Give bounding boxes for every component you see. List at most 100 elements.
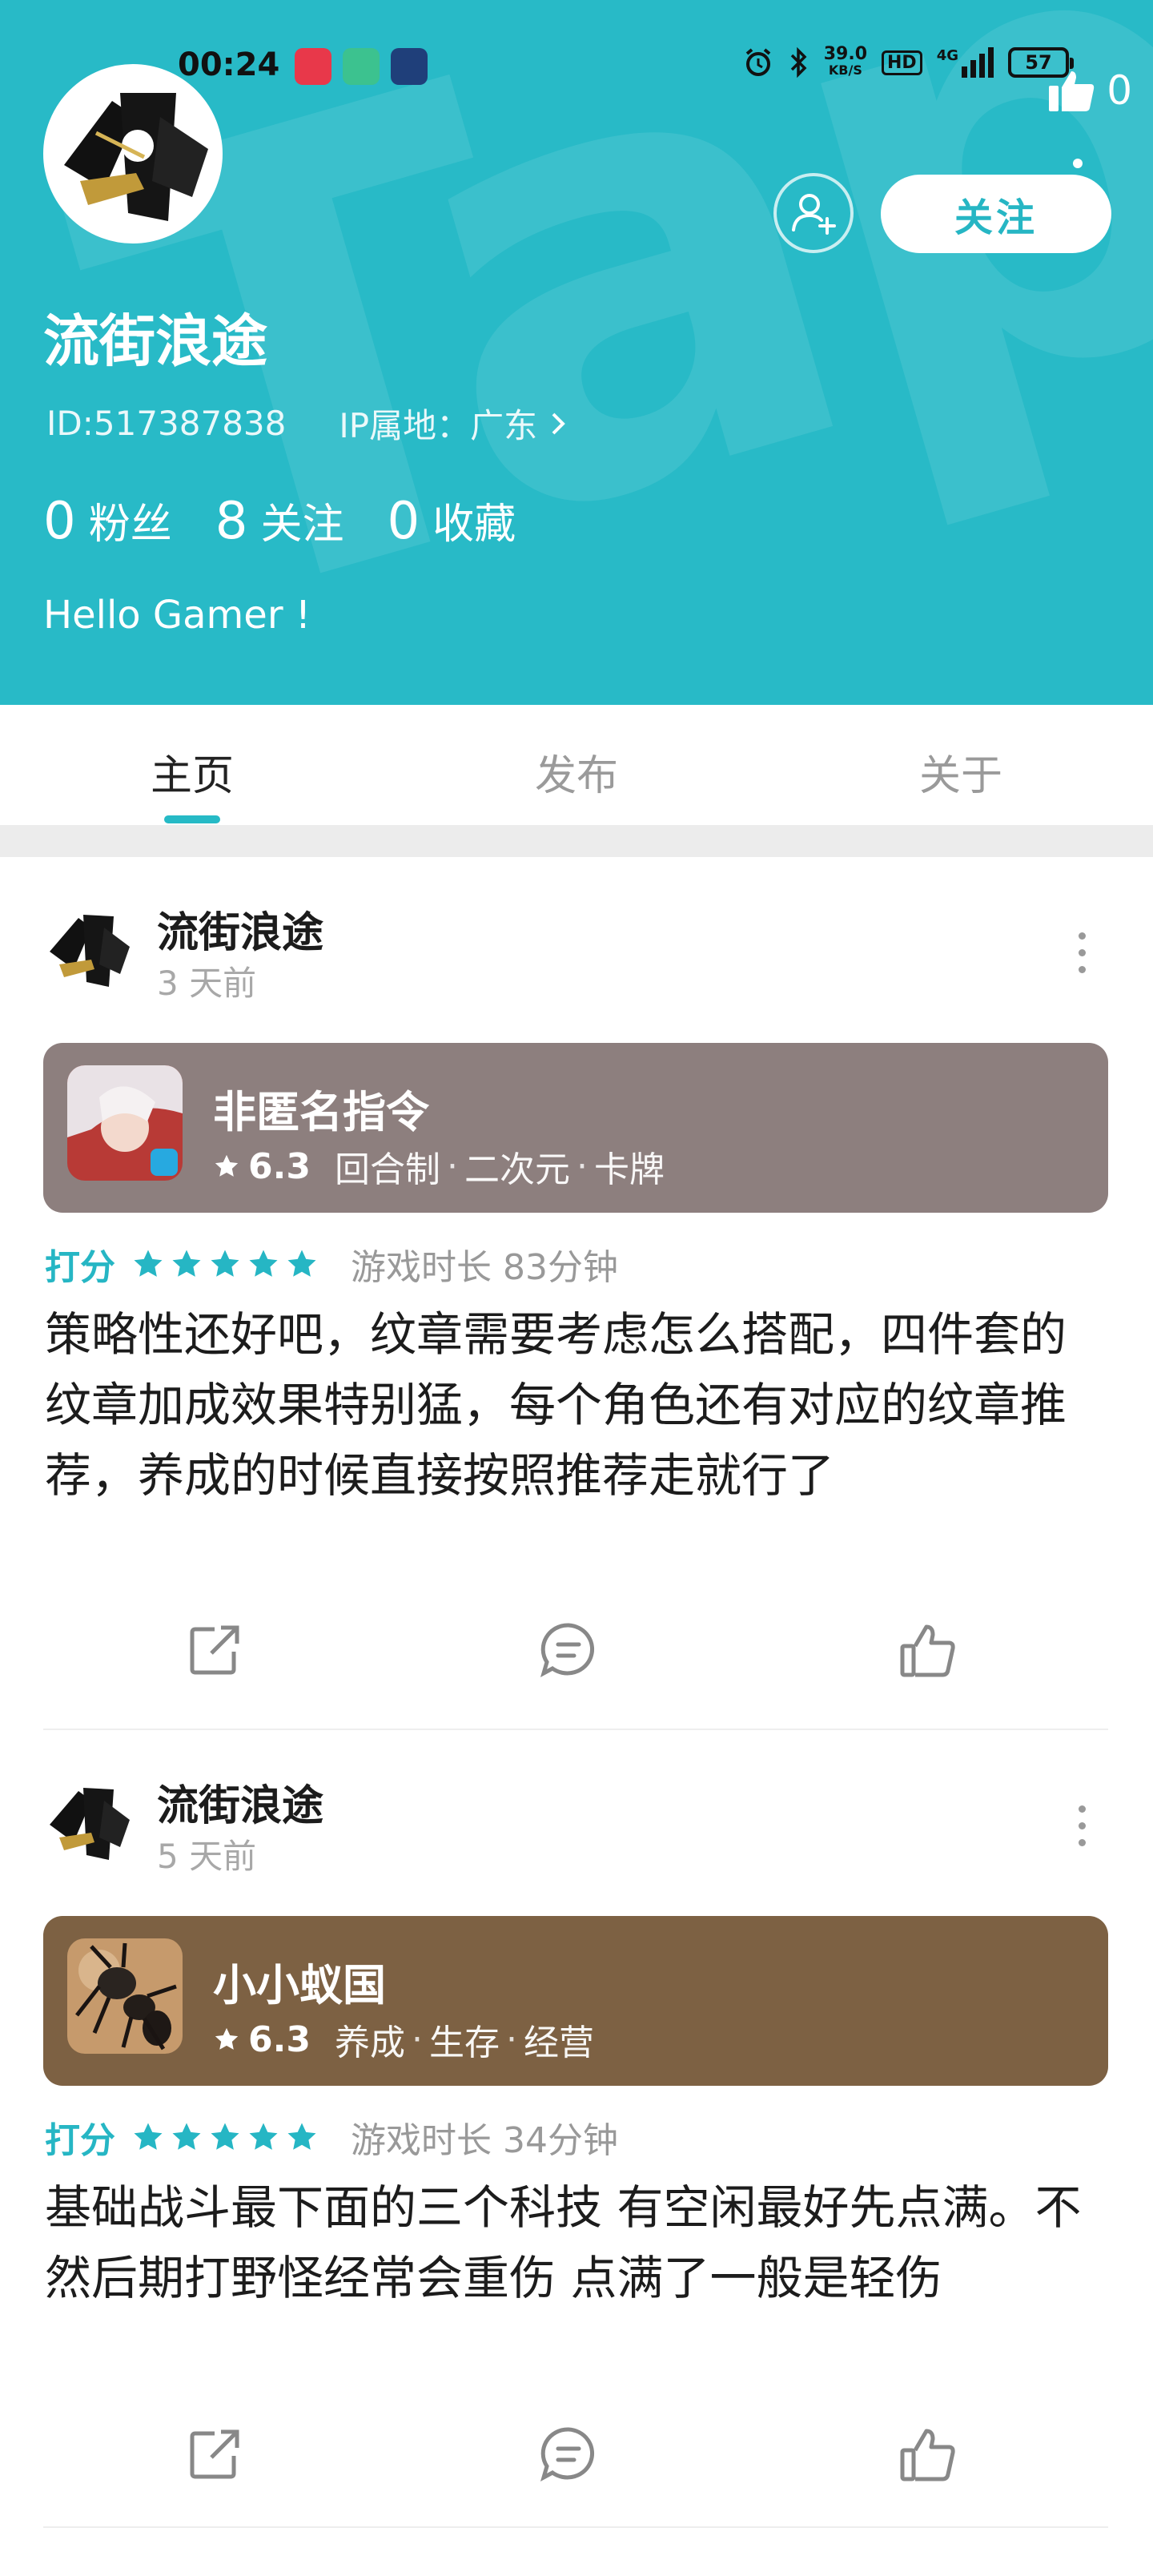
post-body[interactable]: 基础战斗最下面的三个科技 有空闲最好先点满。不然后期打野怪经常会重伤 点满了一般… (45, 2172, 1110, 2313)
rating-label: 打分 (45, 1247, 115, 1288)
game-score: 6.3 (248, 1145, 311, 1187)
add-friend-button[interactable] (773, 173, 854, 253)
hd-badge: HD (882, 50, 922, 75)
ip-location[interactable]: IP属地：广东 (339, 399, 537, 448)
game-card[interactable]: 非匿名指令 6.3 回合制 · 二次元 · 卡牌 (43, 1043, 1108, 1213)
user-id: ID:517387838 (46, 404, 287, 443)
status-time: 00:24 (178, 46, 280, 83)
star-icon (172, 2123, 201, 2150)
add-friend-icon (792, 194, 836, 235)
star-icon (215, 2027, 239, 2050)
likes-counter[interactable]: 0 (1047, 67, 1132, 114)
star-icon (172, 1250, 201, 1277)
game-card[interactable]: 小小蚁国 6.3 养成 · 生存 · 经营 (43, 1916, 1108, 2086)
thumbs-up-icon (1049, 71, 1095, 111)
game-icon-artwork (67, 1065, 183, 1181)
network-speed: 39.0 KB/S (823, 44, 867, 78)
post-time: 5 天前 (157, 1837, 257, 1876)
rating-row: 打分 游戏时长 34分钟 (45, 2111, 618, 2163)
like-icon (900, 1624, 955, 1677)
rating-stars (131, 1247, 319, 1281)
alarm-icon (745, 48, 770, 76)
star-icon (287, 1250, 316, 1277)
avatar-artwork (43, 904, 133, 993)
profile-id-line: ID:517387838 IP属地：广东 (46, 399, 569, 448)
post-time: 3 天前 (157, 964, 257, 1003)
profile-header: Tap 00:24 39.0 KB/S HD 4G 57 0 关注 流街浪途 I… (0, 0, 1153, 705)
post-avatar[interactable] (43, 1777, 133, 1866)
tab-about[interactable]: 关于 (873, 742, 1049, 802)
game-icon-artwork (67, 1938, 183, 2054)
game-icon (67, 1938, 183, 2054)
post-actions (0, 1618, 1153, 1682)
star-icon (215, 1154, 239, 1177)
rating-label: 打分 (45, 2120, 115, 2161)
like-button[interactable] (895, 2422, 959, 2486)
game-tag: 经营 (523, 2023, 594, 2063)
star-icon (287, 2123, 316, 2150)
game-title: 小小蚁国 (213, 1960, 386, 2010)
game-meta: 6.3 回合制 · 二次元 · 卡牌 (213, 1141, 665, 1192)
profile-tabs: 主页 发布 关于 (0, 705, 1153, 825)
game-icon (67, 1065, 183, 1181)
signal-icon: 4G (937, 47, 994, 78)
bluetooth-icon (790, 46, 807, 78)
review-post: 流街浪途 5 天前 小小蚁国 6.3 养成 · 生存 · 经营 打分 游戏时长 … (0, 1730, 1153, 2576)
comment-icon (540, 2427, 595, 2482)
comment-button[interactable] (536, 2422, 601, 2486)
comment-button[interactable] (536, 1618, 601, 1682)
like-button[interactable] (895, 1618, 959, 1682)
star-icon (134, 2123, 163, 2150)
game-meta: 6.3 养成 · 生存 · 经营 (213, 2014, 594, 2065)
active-tab-indicator (164, 815, 220, 823)
chevron-right-icon[interactable] (547, 408, 569, 440)
rating-row: 打分 游戏时长 83分钟 (45, 1238, 618, 1290)
follow-button[interactable]: 关注 (881, 175, 1111, 253)
game-tag: 养成 (334, 2023, 405, 2063)
share-button[interactable] (183, 1618, 247, 1682)
profile-bio: Hello Gamer ! (43, 593, 311, 638)
post-divider (43, 2526, 1108, 2528)
profile-name: 流街浪途 (43, 308, 267, 374)
more-icon[interactable] (1076, 932, 1087, 973)
game-tag: 二次元 (464, 1149, 570, 1190)
more-icon[interactable] (1076, 1805, 1087, 1846)
tab-posts[interactable]: 发布 (488, 742, 665, 802)
star-icon (249, 1250, 278, 1277)
post-author[interactable]: 流街浪途 (157, 899, 323, 959)
stat-favorites[interactable]: 0 收藏 (387, 490, 516, 551)
post-avatar[interactable] (43, 904, 133, 993)
game-tag: 回合制 (334, 1149, 440, 1190)
notification-app-icon (295, 48, 331, 85)
notification-app-icon (343, 48, 380, 85)
star-icon (211, 2123, 239, 2150)
stat-fans[interactable]: 0 粉丝 (43, 490, 172, 551)
play-time: 游戏时长 34分钟 (351, 2120, 618, 2161)
post-actions (0, 2422, 1153, 2486)
tab-home[interactable]: 主页 (104, 742, 280, 802)
likes-count: 0 (1107, 67, 1132, 114)
game-tag: 卡牌 (593, 1149, 665, 1190)
game-tag: 生存 (428, 2023, 500, 2063)
share-icon (190, 1625, 239, 1675)
post-author[interactable]: 流街浪途 (157, 1772, 323, 1832)
section-separator (0, 825, 1153, 857)
avatar-artwork (48, 69, 218, 239)
notification-dot (1073, 159, 1083, 168)
review-post: 流街浪途 3 天前 非匿名指令 6.3 回合制 · 二次元 · 卡牌 打分 游戏… (0, 857, 1153, 1730)
post-body[interactable]: 策略性还好吧，纹章需要考虑怎么搭配，四件套的纹章加成效果特别猛，每个角色还有对应… (45, 1299, 1110, 1511)
status-icons: 39.0 KB/S HD 4G 57 (742, 44, 1074, 78)
stat-following[interactable]: 8 关注 (215, 490, 344, 551)
profile-avatar[interactable] (43, 64, 223, 244)
game-score: 6.3 (248, 2019, 311, 2060)
star-icon (249, 2123, 278, 2150)
play-time: 游戏时长 83分钟 (351, 1247, 618, 1288)
notification-app-icon (391, 48, 428, 85)
profile-stats: 0 粉丝 8 关注 0 收藏 (43, 490, 559, 551)
share-button[interactable] (183, 2422, 247, 2486)
like-icon (900, 2429, 955, 2481)
rating-stars (131, 2120, 319, 2154)
star-icon (134, 1250, 163, 1277)
star-icon (211, 1250, 239, 1277)
comment-icon (540, 1623, 595, 1678)
